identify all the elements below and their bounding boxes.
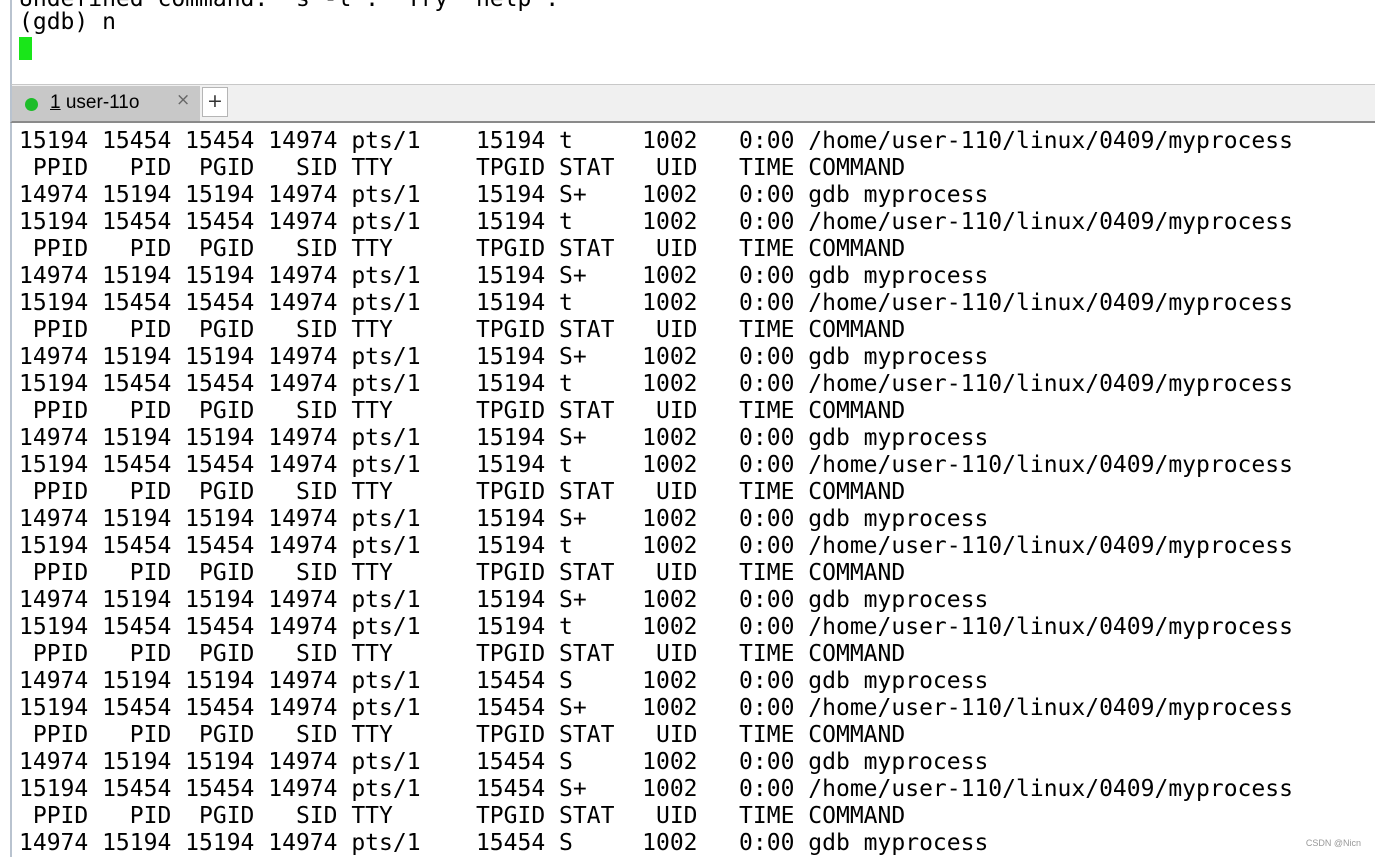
watermark: CSDN @Nicn [1305, 838, 1361, 848]
terminal-line: PPID PID PGID SID TTY TPGID STAT UID TIM… [19, 155, 906, 181]
terminal-line: 14974 15194 15194 14974 pts/1 15454 S 10… [19, 668, 989, 694]
terminal-line: PPID PID PGID SID TTY TPGID STAT UID TIM… [19, 317, 906, 343]
terminal-line: PPID PID PGID SID TTY TPGID STAT UID TIM… [19, 479, 906, 505]
terminal-line: 14974 15194 15194 14974 pts/1 15194 S+ 1… [19, 344, 989, 370]
tab-session-user[interactable]: 1 user-11o × [12, 86, 200, 121]
terminal-output: 15194 15454 15454 14974 pts/1 15194 t 10… [19, 128, 1293, 857]
terminal-line: 14974 15194 15194 14974 pts/1 15454 S 10… [19, 749, 989, 775]
terminal-line: 14974 15194 15194 14974 pts/1 15194 S+ 1… [19, 425, 989, 451]
terminal-line: 14974 15194 15194 14974 pts/1 15194 S+ 1… [19, 182, 989, 208]
new-tab-button[interactable]: + [202, 87, 228, 117]
terminal-line: PPID PID PGID SID TTY TPGID STAT UID TIM… [19, 641, 906, 667]
terminal-line: PPID PID PGID SID TTY TPGID STAT UID TIM… [19, 236, 906, 262]
gdb-prompt-line: (gdb) n [19, 9, 116, 35]
terminal-line: 15194 15454 15454 14974 pts/1 15194 t 10… [19, 209, 1293, 235]
terminal-line: 15194 15454 15454 14974 pts/1 15194 t 10… [19, 371, 1293, 397]
terminal-line: 15194 15454 15454 14974 pts/1 15454 S+ 1… [19, 695, 1293, 721]
terminal-line: 15194 15454 15454 14974 pts/1 15194 t 10… [19, 290, 1293, 316]
terminal-line: PPID PID PGID SID TTY TPGID STAT UID TIM… [19, 398, 906, 424]
terminal-line: 14974 15194 15194 14974 pts/1 15194 S+ 1… [19, 587, 989, 613]
terminal-cursor [19, 37, 32, 60]
connection-status-icon [25, 98, 38, 111]
terminal-line: PPID PID PGID SID TTY TPGID STAT UID TIM… [19, 722, 906, 748]
terminal-line: 15194 15454 15454 14974 pts/1 15194 t 10… [19, 533, 1293, 559]
ps-output-terminal-pane[interactable]: 15194 15454 15454 14974 pts/1 15194 t 10… [10, 123, 1375, 857]
terminal-line: PPID PID PGID SID TTY TPGID STAT UID TIM… [19, 803, 906, 829]
session-tab-bar: 1 user-11o × + [10, 84, 1375, 123]
terminal-line: 15194 15454 15454 14974 pts/1 15454 S+ 1… [19, 776, 1293, 802]
close-icon[interactable]: × [176, 90, 190, 110]
terminal-line: 14974 15194 15194 14974 pts/1 15194 S+ 1… [19, 263, 989, 289]
terminal-line: 15194 15454 15454 14974 pts/1 15194 t 10… [19, 614, 1293, 640]
terminal-line: 15194 15454 15454 14974 pts/1 15194 t 10… [19, 128, 1293, 154]
tab-title: user-11o [60, 92, 140, 113]
terminal-line: 15194 15454 15454 14974 pts/1 15194 t 10… [19, 452, 1293, 478]
tab-index: 1 [50, 92, 61, 113]
gdb-terminal-pane[interactable]: Undefined command: "s -l". Try "help". (… [10, 0, 1375, 84]
terminal-line: 14974 15194 15194 14974 pts/1 15194 S+ 1… [19, 506, 989, 532]
tab-label: 1 user-11o [50, 92, 139, 114]
terminal-line: 14974 15194 15194 14974 pts/1 15454 S 10… [19, 830, 989, 856]
terminal-line: PPID PID PGID SID TTY TPGID STAT UID TIM… [19, 560, 906, 586]
